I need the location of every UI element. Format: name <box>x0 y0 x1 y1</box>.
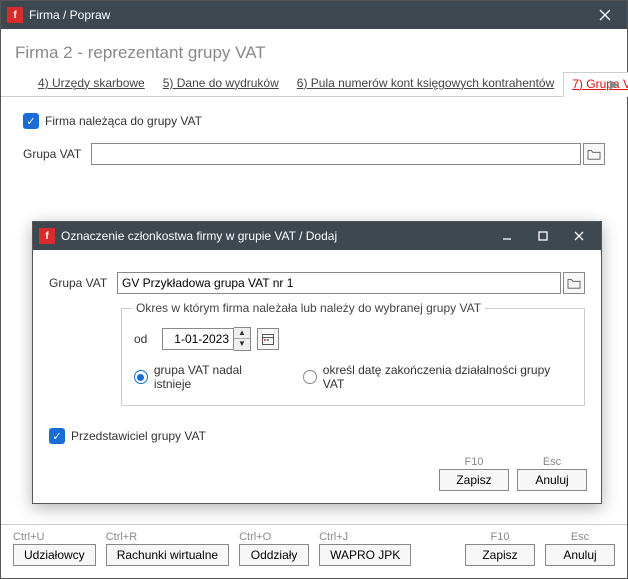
check-icon: ✓ <box>23 113 39 129</box>
group-label: Grupa VAT <box>23 147 91 161</box>
spin-down-icon[interactable]: ▼ <box>234 339 250 350</box>
branches-button[interactable]: Oddziały <box>239 544 309 566</box>
virtual-accounts-button[interactable]: Rachunki wirtualne <box>106 544 229 566</box>
radio-specify-end[interactable]: określ datę zakończenia działalności gru… <box>303 363 572 391</box>
dialog-save-hint: F10 <box>465 456 484 468</box>
representative-checkbox-label: Przedstawiciel grupy VAT <box>71 429 206 443</box>
member-checkbox[interactable]: ✓ Firma należąca do grupy VAT <box>23 113 202 129</box>
tab-print-data[interactable]: 5) Dane do wydruków <box>154 71 288 96</box>
date-from-spinner[interactable]: ▲ ▼ <box>162 327 251 351</box>
radio-still-exists[interactable]: grupa VAT nadal istnieje <box>134 363 281 391</box>
date-from-input[interactable] <box>162 328 234 350</box>
group-input[interactable] <box>91 143 581 165</box>
dialog-titlebar: f Oznaczenie członkostwa firmy w grupie … <box>33 222 601 250</box>
minimize-icon[interactable] <box>489 222 525 250</box>
dialog-browse-button[interactable] <box>563 272 585 294</box>
tab-tax-offices[interactable]: 4) Urzędy skarbowe <box>29 71 154 96</box>
dialog-group-input[interactable] <box>117 272 561 294</box>
page-title: Firma 2 - reprezentant grupy VAT <box>15 43 613 63</box>
wapro-jpk-hint: Ctrl+J <box>319 531 348 543</box>
maximize-icon[interactable] <box>525 222 561 250</box>
tab-account-numbers[interactable]: 6) Pula numerów kont księgowych kontrahe… <box>288 71 563 96</box>
close-icon[interactable] <box>587 1 623 29</box>
outer-footer: Ctrl+U Udziałowcy Ctrl+R Rachunki wirtua… <box>1 524 627 578</box>
radio-dot-icon <box>134 370 148 384</box>
member-checkbox-label: Firma należąca do grupy VAT <box>45 114 202 128</box>
window-title: Firma / Popraw <box>29 8 587 22</box>
dialog-save-button[interactable]: Zapisz <box>439 469 509 491</box>
calendar-icon[interactable] <box>257 328 279 350</box>
virtual-accounts-hint: Ctrl+R <box>106 531 137 543</box>
dialog-cancel-button[interactable]: Anuluj <box>517 469 587 491</box>
outer-save-button[interactable]: Zapisz <box>465 544 535 566</box>
outer-cancel-hint: Esc <box>571 531 589 543</box>
radio-dot-icon <box>303 370 317 384</box>
branches-hint: Ctrl+O <box>239 531 271 543</box>
outer-cancel-button[interactable]: Anuluj <box>545 544 615 566</box>
dialog-group-label: Grupa VAT <box>49 276 117 290</box>
wapro-jpk-button[interactable]: WAPRO JPK <box>319 544 411 566</box>
tab-scroll-right-icon[interactable]: ▶ <box>610 77 619 91</box>
shareholders-button[interactable]: Udziałowcy <box>13 544 96 566</box>
shareholders-hint: Ctrl+U <box>13 531 44 543</box>
outer-titlebar: f Firma / Popraw <box>1 1 627 29</box>
dialog-close-icon[interactable] <box>561 222 597 250</box>
radio-still-exists-label: grupa VAT nadal istnieje <box>154 363 281 391</box>
representative-checkbox[interactable]: ✓ Przedstawiciel grupy VAT <box>49 428 585 444</box>
period-fieldset: Okres w którym firma należała lub należy… <box>121 308 585 406</box>
period-legend: Okres w którym firma należała lub należy… <box>132 301 485 315</box>
dialog-app-icon: f <box>39 228 55 244</box>
spin-up-icon[interactable]: ▲ <box>234 328 250 339</box>
dialog-title: Oznaczenie członkostwa firmy w grupie VA… <box>61 229 489 243</box>
tab-strip: 4) Urzędy skarbowe 5) Dane do wydruków 6… <box>1 71 627 97</box>
membership-dialog: f Oznaczenie członkostwa firmy w grupie … <box>32 221 602 504</box>
dialog-cancel-hint: Esc <box>543 456 561 468</box>
browse-group-button[interactable] <box>583 143 605 165</box>
app-icon: f <box>7 7 23 23</box>
date-from-label: od <box>134 332 162 346</box>
radio-specify-end-label: określ datę zakończenia działalności gru… <box>323 363 572 391</box>
outer-save-hint: F10 <box>491 531 510 543</box>
check-icon: ✓ <box>49 428 65 444</box>
